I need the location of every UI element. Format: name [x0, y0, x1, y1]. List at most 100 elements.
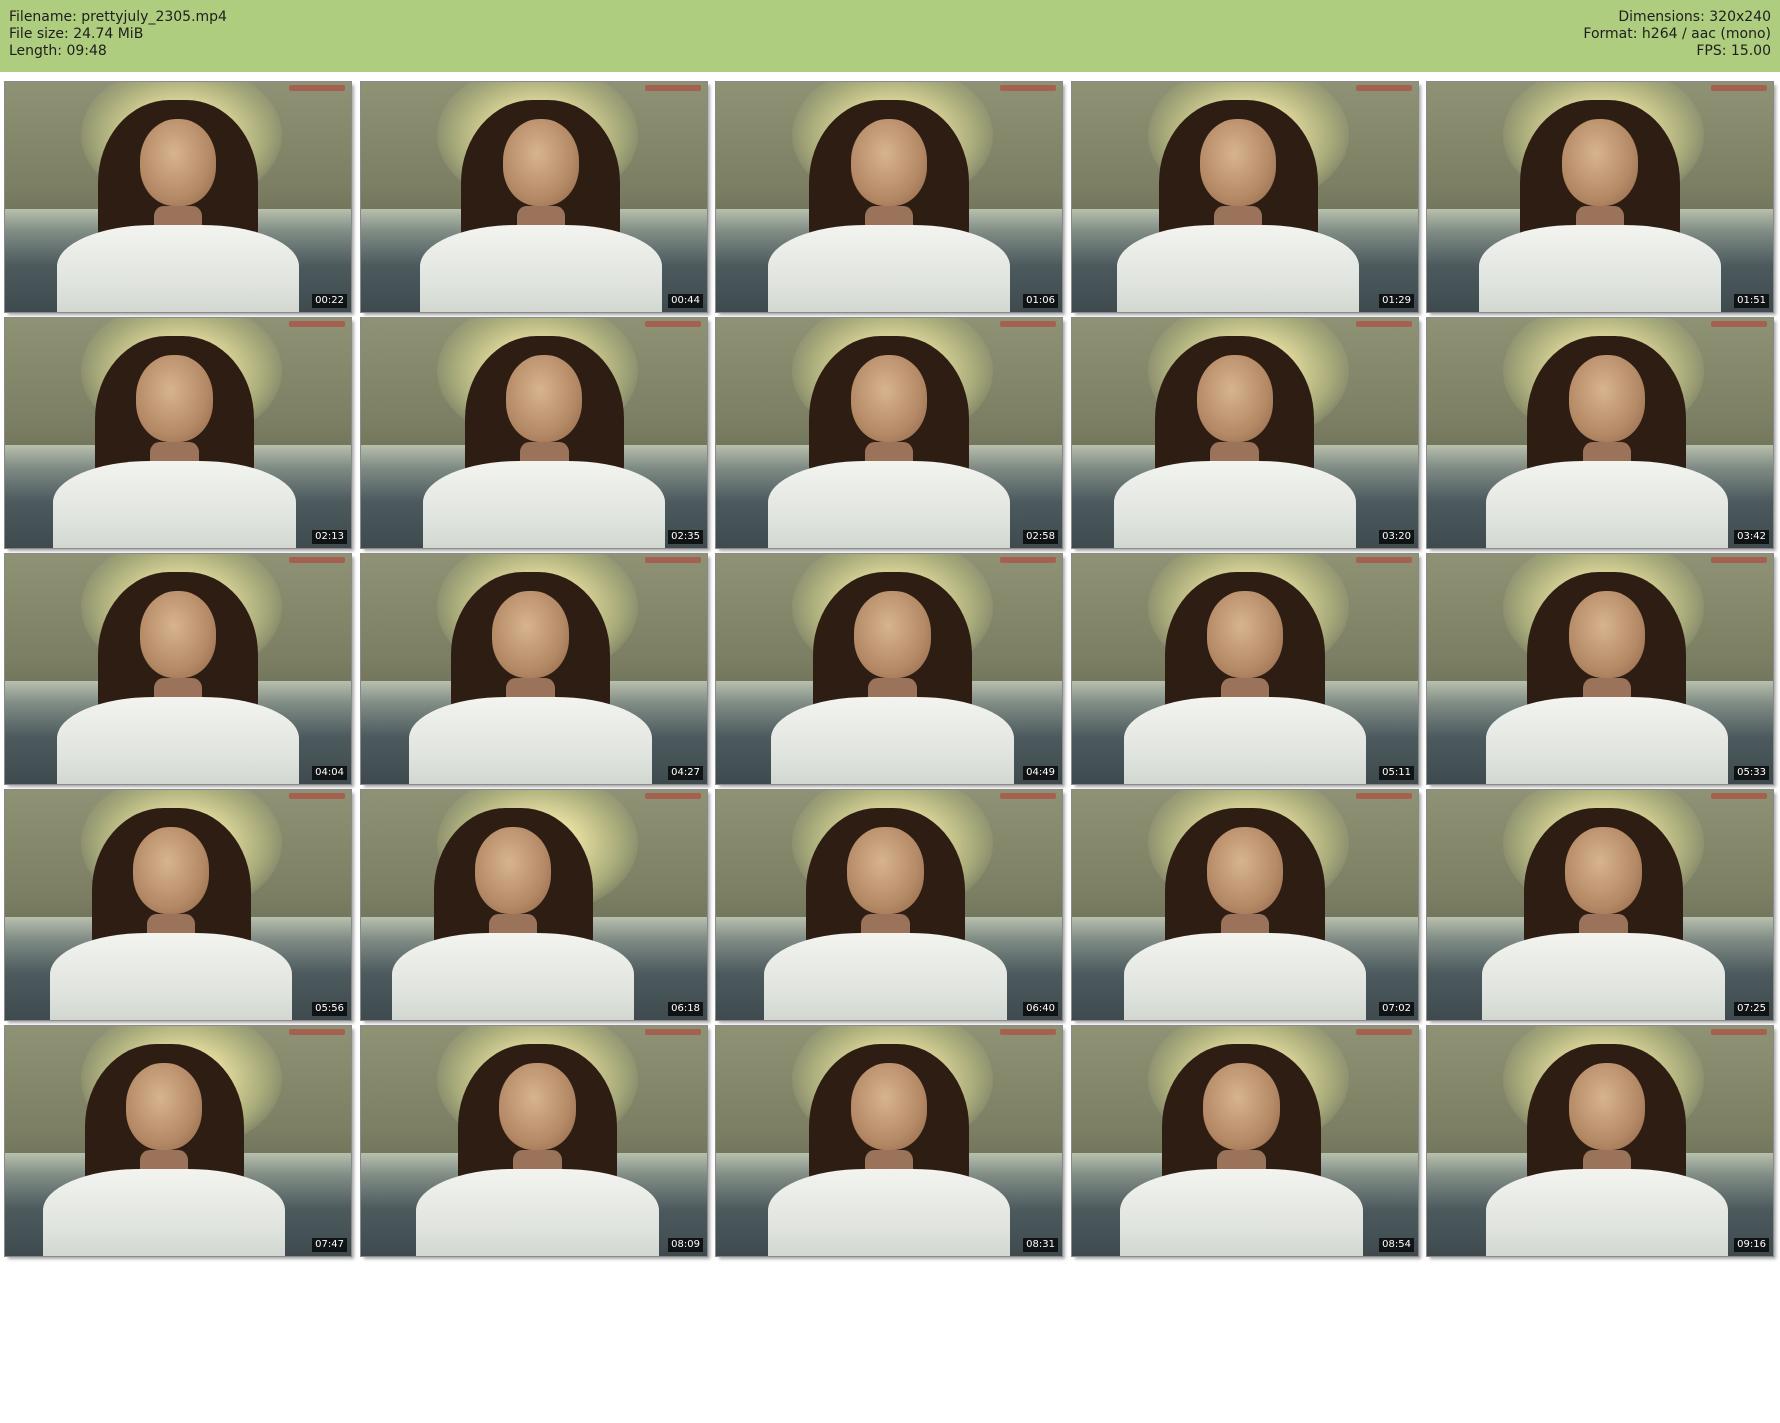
watermark-mark [1711, 793, 1767, 799]
thumbnail-timestamp: 00:22 [312, 294, 347, 308]
video-thumbnail: 07:25 [1426, 789, 1774, 1021]
thumbnail-frame-image [361, 318, 707, 548]
thumbnail-frame-image [1072, 790, 1418, 1020]
thumbnail-timestamp: 08:31 [1023, 1238, 1058, 1252]
info-header: Filename: prettyjuly_2305.mp4 File size:… [0, 0, 1780, 72]
thumbnail-frame-image [5, 82, 351, 312]
thumbnail-timestamp: 05:56 [312, 1002, 347, 1016]
filename-text: Filename: prettyjuly_2305.mp4 [9, 9, 227, 25]
thumbnail-timestamp: 09:16 [1734, 1238, 1769, 1252]
thumbnail-timestamp: 03:42 [1734, 530, 1769, 544]
video-thumbnail: 07:02 [1071, 789, 1419, 1021]
thumbnail-frame-image [716, 82, 1062, 312]
thumbnail-timestamp: 02:13 [312, 530, 347, 544]
thumbnail-timestamp: 01:06 [1023, 294, 1058, 308]
video-thumbnail: 04:49 [715, 553, 1063, 785]
video-thumbnail: 09:16 [1426, 1025, 1774, 1257]
thumbnail-frame-image [361, 1026, 707, 1256]
thumbnail-timestamp: 02:58 [1023, 530, 1058, 544]
watermark-mark [1711, 1029, 1767, 1035]
video-thumbnail: 00:44 [360, 81, 708, 313]
thumbnail-frame-image [361, 790, 707, 1020]
video-thumbnail: 06:40 [715, 789, 1063, 1021]
thumbnail-frame-image [361, 554, 707, 784]
thumbnail-frame-image [1427, 82, 1773, 312]
watermark-mark [1711, 557, 1767, 563]
video-thumbnail: 07:47 [4, 1025, 352, 1257]
watermark-mark [1356, 321, 1412, 327]
thumbnail-frame-image [1427, 554, 1773, 784]
thumbnail-frame-image [1072, 554, 1418, 784]
thumbnail-frame-image [716, 790, 1062, 1020]
thumbnail-grid: 00:22 00:44 01:06 01:29 01:51 02:13 02:35 02:58… [0, 72, 1780, 1423]
watermark-mark [1000, 793, 1056, 799]
thumbnail-frame-image [1427, 318, 1773, 548]
video-thumbnail: 03:20 [1071, 317, 1419, 549]
video-thumbnail: 03:42 [1426, 317, 1774, 549]
video-thumbnail: 06:18 [360, 789, 708, 1021]
thumbnail-timestamp: 06:18 [668, 1002, 703, 1016]
watermark-mark [289, 85, 345, 91]
thumbnail-frame-image [1072, 318, 1418, 548]
watermark-mark [645, 85, 701, 91]
thumbnail-timestamp: 07:25 [1734, 1002, 1769, 1016]
video-thumbnail: 00:22 [4, 81, 352, 313]
video-thumbnail: 08:31 [715, 1025, 1063, 1257]
thumbnail-timestamp: 01:51 [1734, 294, 1769, 308]
watermark-mark [1000, 85, 1056, 91]
thumbnail-timestamp: 06:40 [1023, 1002, 1058, 1016]
watermark-mark [1000, 321, 1056, 327]
format-text: Format: h264 / aac (mono) [1583, 26, 1771, 42]
video-thumbnail: 08:54 [1071, 1025, 1419, 1257]
video-thumbnail: 05:56 [4, 789, 352, 1021]
video-thumbnail: 01:29 [1071, 81, 1419, 313]
thumbnail-timestamp: 04:27 [668, 766, 703, 780]
filesize-text: File size: 24.74 MiB [9, 26, 144, 42]
thumbnail-frame-image [5, 1026, 351, 1256]
thumbnail-timestamp: 05:33 [1734, 766, 1769, 780]
video-thumbnail: 01:06 [715, 81, 1063, 313]
thumbnail-frame-image [5, 554, 351, 784]
watermark-mark [645, 793, 701, 799]
length-text: Length: 09:48 [9, 43, 107, 59]
video-thumbnail: 02:58 [715, 317, 1063, 549]
thumbnail-timestamp: 02:35 [668, 530, 703, 544]
watermark-mark [289, 793, 345, 799]
watermark-mark [645, 1029, 701, 1035]
video-thumbnail: 04:04 [4, 553, 352, 785]
watermark-mark [289, 557, 345, 563]
thumbnail-frame-image [1072, 1026, 1418, 1256]
video-thumbnail: 01:51 [1426, 81, 1774, 313]
watermark-mark [289, 321, 345, 327]
thumbnail-timestamp: 04:49 [1023, 766, 1058, 780]
watermark-mark [1711, 85, 1767, 91]
thumbnail-frame-image [716, 1026, 1062, 1256]
video-thumbnail: 04:27 [360, 553, 708, 785]
video-thumbnail: 05:33 [1426, 553, 1774, 785]
thumbnail-timestamp: 05:11 [1379, 766, 1414, 780]
watermark-mark [1000, 1029, 1056, 1035]
video-thumbnail: 08:09 [360, 1025, 708, 1257]
thumbnail-timestamp: 01:29 [1379, 294, 1414, 308]
watermark-mark [1711, 321, 1767, 327]
video-thumbnail: 05:11 [1071, 553, 1419, 785]
thumbnail-frame-image [716, 554, 1062, 784]
watermark-mark [1356, 85, 1412, 91]
thumbnail-timestamp: 04:04 [312, 766, 347, 780]
watermark-mark [1356, 557, 1412, 563]
thumbnail-timestamp: 08:54 [1379, 1238, 1414, 1252]
thumbnail-timestamp: 07:47 [312, 1238, 347, 1252]
thumbnail-frame-image [716, 318, 1062, 548]
thumbnail-timestamp: 03:20 [1379, 530, 1414, 544]
watermark-mark [1356, 1029, 1412, 1035]
video-thumbnail: 02:13 [4, 317, 352, 549]
thumbnail-timestamp: 08:09 [668, 1238, 703, 1252]
watermark-mark [289, 1029, 345, 1035]
thumbnail-timestamp: 00:44 [668, 294, 703, 308]
file-info-left: Filename: prettyjuly_2305.mp4 File size:… [9, 9, 227, 60]
thumbnail-frame-image [1427, 1026, 1773, 1256]
dimensions-text: Dimensions: 320x240 [1618, 9, 1771, 25]
thumbnail-frame-image [1427, 790, 1773, 1020]
watermark-mark [1356, 793, 1412, 799]
watermark-mark [645, 557, 701, 563]
